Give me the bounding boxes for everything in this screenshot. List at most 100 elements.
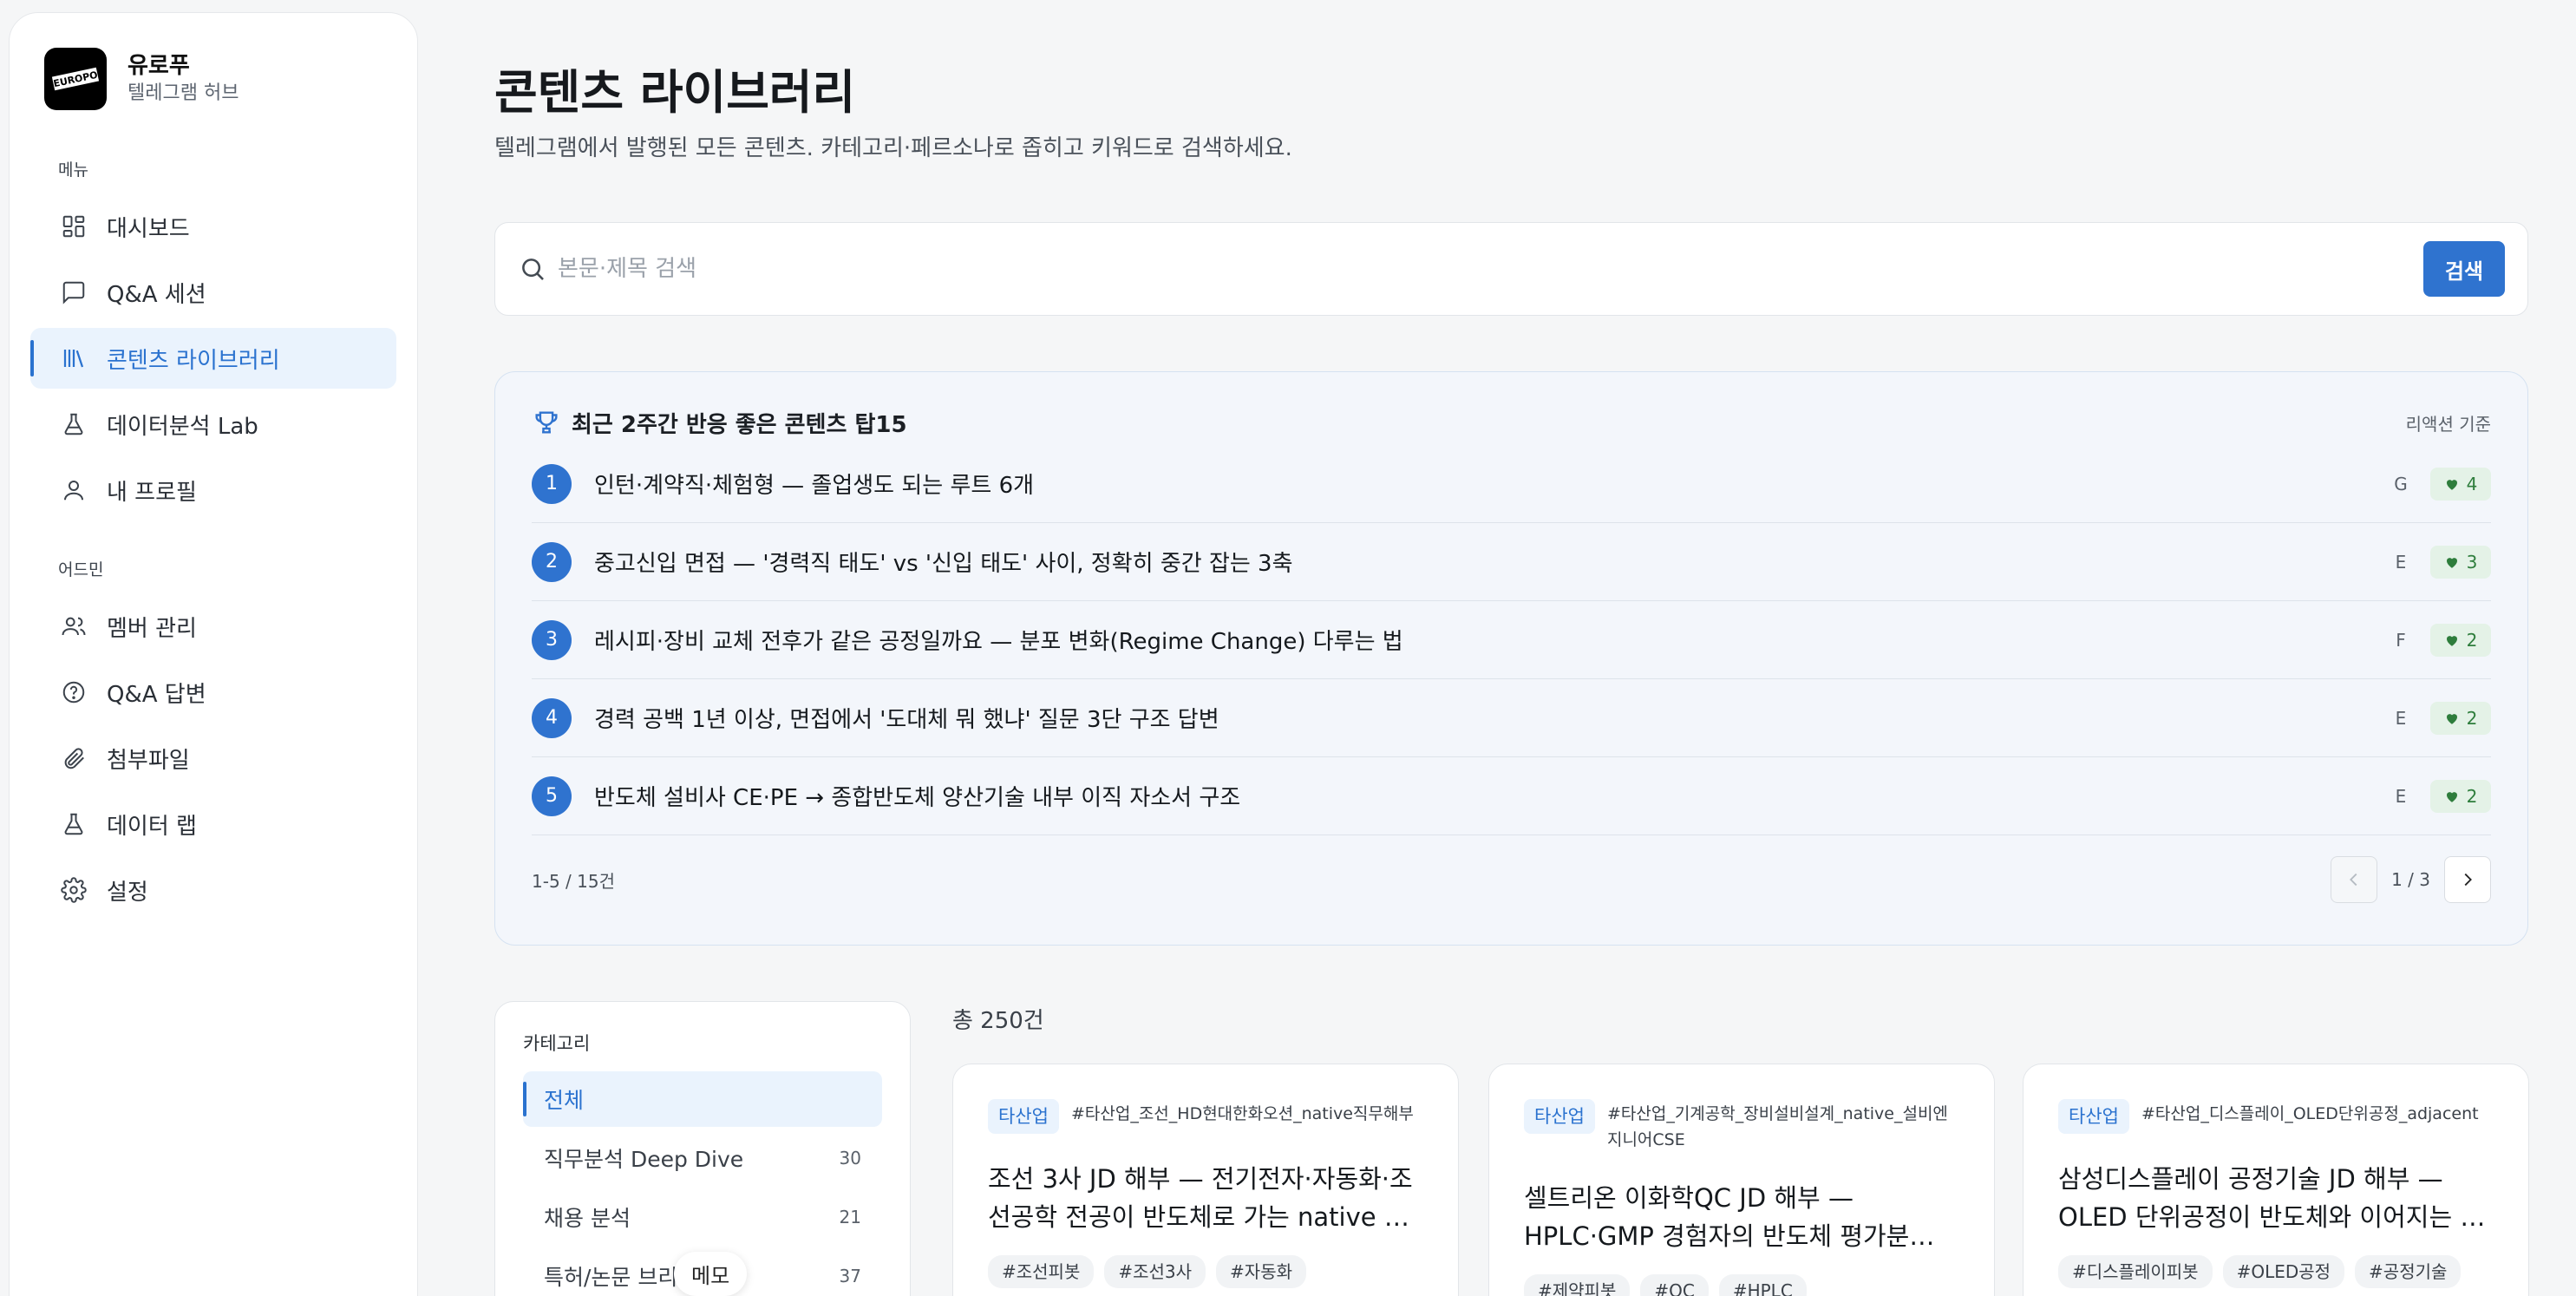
sidebar-item-content-library[interactable]: 콘텐츠 라이브러리 (30, 328, 396, 389)
card-tagline: #타산업_기계공학_장비설비설계_native_설비엔지니어CSE (1606, 1104, 1948, 1149)
category-item-all[interactable]: 전체 (523, 1071, 882, 1127)
brand-name: 유로푸 (127, 53, 190, 79)
pagination: 1 / 3 (2331, 856, 2491, 903)
category-code: G (2394, 473, 2408, 494)
user-icon (58, 475, 89, 506)
search-bar: 검색 (494, 222, 2528, 316)
card-title: 셀트리온 이화학QC JD 해부 — HPLC·GMP 경험자의 반도체 평가분… (1524, 1183, 1935, 1251)
content-card[interactable]: 타산업 #타산업_디스플레이_OLED단위공정_adjacent 삼성디스플레이… (2023, 1064, 2529, 1296)
rank-badge: 2 (532, 541, 572, 582)
category-item-hiring-analysis[interactable]: 채용 분석 21 (523, 1189, 882, 1245)
reaction-badge: 2 (2430, 779, 2491, 813)
trophy-icon (532, 408, 561, 437)
category-badge: 타산업 (988, 1099, 1059, 1134)
sidebar-item-label: Q&A 답변 (107, 681, 206, 708)
tag-chip[interactable]: #디스플레이피봇 (2058, 1255, 2213, 1288)
rank-badge: 5 (532, 776, 572, 816)
tag-chip[interactable]: #조선3사 (1104, 1255, 1206, 1288)
search-input[interactable] (558, 256, 2423, 282)
top-content-row[interactable]: 3 레시피·장비 교체 전후가 같은 공정일까요 — 분포 변화(Regime … (532, 601, 2491, 679)
reaction-badge: 2 (2430, 623, 2491, 657)
heart-icon (2444, 710, 2460, 726)
gear-icon (58, 874, 89, 906)
card-tagline: #타산업_디스플레이_OLED단위공정_adjacent (2141, 1104, 2479, 1123)
result-range-label: 1-5 / 15건 (532, 870, 615, 892)
reaction-badge: 4 (2430, 467, 2491, 501)
sort-basis-label: 리액션 기준 (2405, 413, 2491, 435)
memo-button[interactable]: 메모 (674, 1252, 748, 1296)
sidebar-item-data-lab[interactable]: 데이터분석 Lab (30, 394, 396, 455)
sidebar-item-settings[interactable]: 설정 (30, 860, 396, 920)
category-count: 37 (839, 1266, 861, 1286)
content-title[interactable]: 경력 공백 1년 이상, 면접에서 '도대체 뭐 했냐' 질문 3단 구조 답변 (594, 702, 2383, 734)
reaction-badge: 3 (2430, 545, 2491, 579)
reaction-badge: 2 (2430, 701, 2491, 735)
sidebar-item-label: 데이터 랩 (107, 813, 197, 840)
top-content-panel: 최근 2주간 반응 좋은 콘텐츠 탑15 리액션 기준 1 인턴·계약직·체험형… (494, 371, 2528, 946)
category-badge: 타산업 (1524, 1099, 1595, 1134)
sidebar-item-label: 콘텐츠 라이브러리 (107, 347, 280, 374)
tag-chip[interactable]: #조선피봇 (988, 1255, 1095, 1288)
category-code: E (2395, 785, 2407, 807)
content-card[interactable]: 타산업 #타산업_조선_HD현대한화오션_native직무해부 조선 3사 JD… (952, 1064, 1459, 1296)
sidebar-item-label: Q&A 세션 (107, 281, 206, 308)
chevron-right-icon (2458, 870, 2477, 889)
users-icon (58, 611, 89, 642)
top-content-list: 1 인턴·계약직·체험형 — 졸업생도 되는 루트 6개 G 4 2 중고신입 … (532, 445, 2491, 835)
tag-chip[interactable]: #QC (1640, 1274, 1709, 1296)
sidebar-item-label: 내 프로필 (107, 479, 197, 506)
sidebar-item-qa-session[interactable]: Q&A 세션 (30, 262, 396, 323)
category-code: E (2395, 707, 2407, 729)
page-indicator: 1 / 3 (2391, 869, 2430, 890)
category-count: 21 (839, 1207, 861, 1227)
help-circle-icon (58, 677, 89, 708)
menu-section-label: 메뉴 (58, 160, 88, 180)
category-item-job-analysis[interactable]: 직무분석 Deep Dive 30 (523, 1130, 882, 1186)
sidebar-item-member-management[interactable]: 멤버 관리 (30, 596, 396, 657)
page-description: 텔레그램에서 발행된 모든 콘텐츠. 카테고리·페르소나로 좁히고 키워드로 검… (494, 135, 1292, 161)
next-page-button[interactable] (2444, 856, 2491, 903)
top-content-row[interactable]: 1 인턴·계약직·체험형 — 졸업생도 되는 루트 6개 G 4 (532, 445, 2491, 523)
sidebar-item-attachments[interactable]: 첨부파일 (30, 728, 396, 789)
tag-chip[interactable]: #공정기술 (2355, 1255, 2462, 1288)
search-button[interactable]: 검색 (2423, 241, 2505, 297)
flask-icon (58, 808, 89, 840)
sidebar-item-dashboard[interactable]: 대시보드 (30, 196, 396, 257)
tag-chip[interactable]: #자동화 (1216, 1255, 1307, 1288)
dashboard-icon (58, 211, 89, 242)
sidebar: EUROPO 유로푸 텔레그램 허브 메뉴 대시보드 Q&A 세션 콘텐츠 라이… (9, 12, 418, 1296)
card-tags: #조선피봇 #조선3사 #자동화 (988, 1255, 1423, 1288)
search-icon (518, 254, 547, 284)
heart-icon (2444, 789, 2460, 804)
prev-page-button[interactable] (2331, 856, 2378, 903)
top-content-row[interactable]: 5 반도체 설비사 CE·PE → 종합반도체 양산기술 내부 이직 자소서 구… (532, 757, 2491, 835)
content-title[interactable]: 인턴·계약직·체험형 — 졸업생도 되는 루트 6개 (594, 468, 2383, 500)
tag-chip[interactable]: #제약피봇 (1524, 1274, 1631, 1296)
sidebar-item-data-lab-admin[interactable]: 데이터 랩 (30, 794, 396, 854)
brand[interactable]: EUROPO 유로푸 텔레그램 허브 (30, 46, 396, 112)
total-count: 총 250건 (952, 1008, 1044, 1034)
top-content-row[interactable]: 4 경력 공백 1년 이상, 면접에서 '도대체 뭐 했냐' 질문 3단 구조 … (532, 679, 2491, 757)
tag-chip[interactable]: #HPLC (1718, 1274, 1807, 1296)
category-code: F (2396, 629, 2406, 651)
card-tags: #디스플레이피봇 #OLED공정 #공정기술 (2058, 1255, 2494, 1288)
content-title[interactable]: 레시피·장비 교체 전후가 같은 공정일까요 — 분포 변화(Regime Ch… (594, 624, 2383, 656)
top-content-row[interactable]: 2 중고신입 면접 — '경력직 태도' vs '신입 태도' 사이, 정확히 … (532, 523, 2491, 601)
category-code: E (2395, 551, 2407, 573)
content-title[interactable]: 반도체 설비사 CE·PE → 종합반도체 양산기술 내부 이직 자소서 구조 (594, 780, 2383, 812)
heart-icon (2444, 476, 2460, 492)
heart-icon (2444, 632, 2460, 648)
sidebar-item-qa-answer[interactable]: Q&A 답변 (30, 662, 396, 723)
card-tags: #제약피봇 #QC #HPLC (1524, 1274, 1959, 1296)
tag-chip[interactable]: #OLED공정 (2222, 1255, 2345, 1288)
card-tagline: #타산업_조선_HD현대한화오션_native직무해부 (1070, 1104, 1414, 1123)
content-card[interactable]: 타산업 #타산업_기계공학_장비설비설계_native_설비엔지니어CSE 셀트… (1488, 1064, 1995, 1296)
chevron-left-icon (2344, 870, 2364, 889)
content-title[interactable]: 중고신입 면접 — '경력직 태도' vs '신입 태도' 사이, 정확히 중간… (594, 546, 2383, 578)
library-icon (58, 343, 89, 374)
chat-icon (58, 277, 89, 308)
top-content-title: 최근 2주간 반응 좋은 콘텐츠 탑15 (572, 411, 907, 438)
sidebar-item-my-profile[interactable]: 내 프로필 (30, 460, 396, 520)
rank-badge: 4 (532, 697, 572, 738)
rank-badge: 3 (532, 619, 572, 660)
